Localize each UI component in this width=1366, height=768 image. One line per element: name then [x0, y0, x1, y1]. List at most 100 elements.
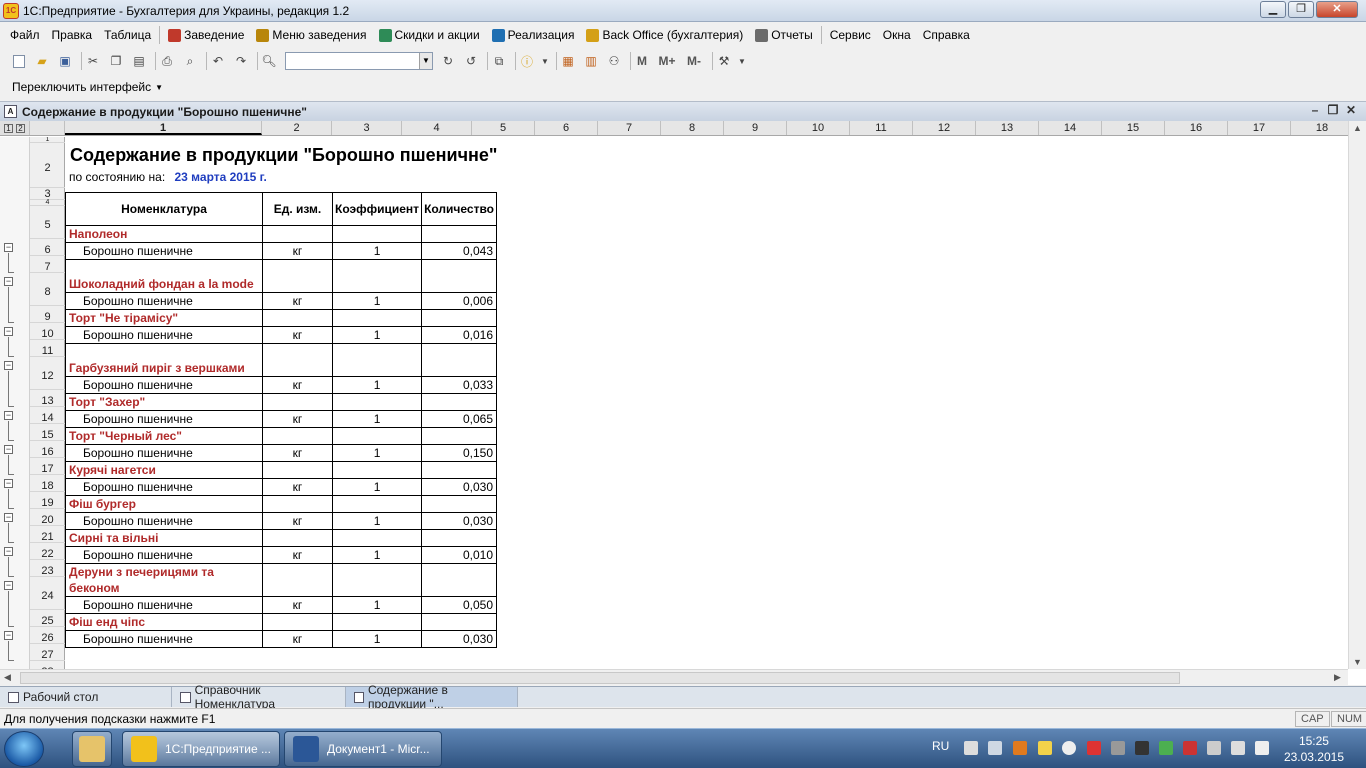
- outline-level-1-button[interactable]: 1: [3, 124, 13, 133]
- row-number[interactable]: 25: [30, 610, 65, 627]
- row-number[interactable]: 11: [30, 340, 65, 357]
- scroll-down-icon[interactable]: ▼: [1353, 657, 1362, 667]
- menu-item[interactable]: Файл: [4, 25, 46, 45]
- memory-m-button[interactable]: M: [633, 52, 651, 70]
- row-number[interactable]: 5: [30, 206, 65, 239]
- column-header[interactable]: 1: [65, 121, 262, 135]
- search-icon[interactable]: 🔍︎: [260, 52, 278, 70]
- column-header[interactable]: 12: [913, 121, 976, 135]
- explorer-taskbar-button[interactable]: [72, 731, 112, 767]
- tools-icon[interactable]: ⚒: [715, 52, 733, 70]
- row-number[interactable]: 21: [30, 526, 65, 543]
- menu-item[interactable]: Заведение: [162, 25, 250, 45]
- column-header[interactable]: 18: [1291, 121, 1354, 135]
- row-number[interactable]: 16: [30, 441, 65, 458]
- system-clock[interactable]: 15:25 23.03.2015: [1284, 733, 1344, 765]
- row-number[interactable]: 10: [30, 323, 65, 340]
- security-tray-icon[interactable]: [1159, 741, 1173, 755]
- redo-icon[interactable]: ↷: [232, 52, 250, 70]
- menu-item[interactable]: Реализация: [486, 25, 581, 45]
- collapse-group-icon[interactable]: −: [4, 277, 13, 286]
- paste-icon[interactable]: ▤: [130, 52, 148, 70]
- outline-level-2-button[interactable]: 2: [16, 124, 26, 133]
- new-document-icon[interactable]: [10, 52, 28, 70]
- keyboard-tray-icon[interactable]: [1111, 741, 1125, 755]
- column-header[interactable]: 17: [1228, 121, 1291, 135]
- row-number[interactable]: 23: [30, 560, 65, 577]
- tool-tray-icon[interactable]: [1038, 741, 1052, 755]
- row-number[interactable]: 17: [30, 458, 65, 475]
- row-number[interactable]: 12: [30, 357, 65, 390]
- clock-tray-icon[interactable]: [1062, 741, 1076, 755]
- column-header[interactable]: 9: [724, 121, 787, 135]
- menu-item[interactable]: Окна: [877, 25, 917, 45]
- menu-item[interactable]: Скидки и акции: [373, 25, 486, 45]
- collapse-group-icon[interactable]: −: [4, 513, 13, 522]
- device-tray-icon[interactable]: [1207, 741, 1221, 755]
- menu-item[interactable]: Таблица: [98, 25, 157, 45]
- window-tray-icon[interactable]: [988, 741, 1002, 755]
- info-icon[interactable]: ⓘ: [518, 52, 536, 70]
- row-number[interactable]: 19: [30, 492, 65, 509]
- spreadsheet-area[interactable]: − − − − − − − − − − − 1 2 3 4 5 6 7 8 9 10 11 12 13 14 15 16 17 18 1…: [0, 137, 1348, 669]
- row-number[interactable]: 24: [30, 577, 65, 610]
- row-number[interactable]: 27: [30, 644, 65, 661]
- column-header[interactable]: 13: [976, 121, 1039, 135]
- monitor-tray-icon[interactable]: [1135, 741, 1149, 755]
- row-number[interactable]: 15: [30, 424, 65, 441]
- find-next-icon[interactable]: ↻: [439, 52, 457, 70]
- row-number[interactable]: 6: [30, 239, 65, 256]
- collapse-group-icon[interactable]: −: [4, 445, 13, 454]
- memory-plus-button[interactable]: M+: [656, 52, 678, 70]
- collapse-group-icon[interactable]: −: [4, 243, 13, 252]
- windows-icon[interactable]: ⧉: [490, 52, 508, 70]
- app-tray-icon[interactable]: [1013, 741, 1027, 755]
- menu-item[interactable]: Меню заведения: [250, 25, 372, 45]
- column-header[interactable]: 7: [598, 121, 661, 135]
- column-header[interactable]: 8: [661, 121, 724, 135]
- window-tab[interactable]: Содержание в продукции "...: [346, 683, 518, 711]
- row-number[interactable]: 22: [30, 543, 65, 560]
- row-number[interactable]: 20: [30, 509, 65, 526]
- cut-icon[interactable]: ✂: [84, 52, 102, 70]
- save-icon[interactable]: ▣: [56, 52, 74, 70]
- scroll-left-icon[interactable]: ◀: [4, 672, 11, 683]
- row-number[interactable]: 2: [30, 143, 65, 188]
- interface-switch-chevron-icon[interactable]: ▼: [155, 83, 163, 92]
- calculator-icon[interactable]: ▦: [559, 52, 577, 70]
- start-button[interactable]: [4, 731, 44, 767]
- column-header[interactable]: 6: [535, 121, 598, 135]
- menu-item[interactable]: Отчеты: [749, 25, 818, 45]
- tools-dropdown-icon[interactable]: ▼: [738, 52, 746, 70]
- taskbar-button-word[interactable]: Документ1 - Micr...: [284, 731, 442, 767]
- open-folder-icon[interactable]: ▰: [33, 52, 51, 70]
- undo-icon[interactable]: ↶: [209, 52, 227, 70]
- row-number[interactable]: 8: [30, 273, 65, 306]
- language-indicator[interactable]: RU: [932, 739, 949, 753]
- scroll-right-icon[interactable]: ▶: [1334, 672, 1341, 683]
- copy-icon[interactable]: ❐: [107, 52, 125, 70]
- minimize-button[interactable]: ▁: [1260, 1, 1286, 18]
- network-tray-icon[interactable]: [1231, 741, 1245, 755]
- info-dropdown-icon[interactable]: ▼: [541, 52, 549, 70]
- memory-minus-button[interactable]: M-: [683, 52, 705, 70]
- row-number[interactable]: 9: [30, 306, 65, 323]
- print-icon[interactable]: ⎙: [158, 52, 176, 70]
- calendar-icon[interactable]: ▥: [582, 52, 600, 70]
- users-icon[interactable]: ⚇: [605, 52, 623, 70]
- row-number[interactable]: 13: [30, 390, 65, 407]
- doc-restore-button[interactable]: ❐: [1324, 103, 1342, 117]
- column-header[interactable]: 11: [850, 121, 913, 135]
- volume-tray-icon[interactable]: [1255, 741, 1269, 755]
- scroll-up-icon[interactable]: ▲: [1353, 123, 1362, 133]
- print-preview-icon[interactable]: ⌕: [181, 52, 199, 70]
- column-header[interactable]: 3: [332, 121, 402, 135]
- window-tab[interactable]: Рабочий стол: [0, 687, 172, 707]
- close-button[interactable]: ✕: [1316, 1, 1358, 18]
- flag-tray-icon[interactable]: [1183, 741, 1197, 755]
- window-tab[interactable]: Справочник Номенклатура: [172, 683, 346, 711]
- interface-switch-button[interactable]: Переключить интерфейс: [12, 80, 151, 94]
- row-number[interactable]: 7: [30, 256, 65, 273]
- collapse-group-icon[interactable]: −: [4, 411, 13, 420]
- vertical-scrollbar[interactable]: ▲ ▼: [1348, 121, 1366, 669]
